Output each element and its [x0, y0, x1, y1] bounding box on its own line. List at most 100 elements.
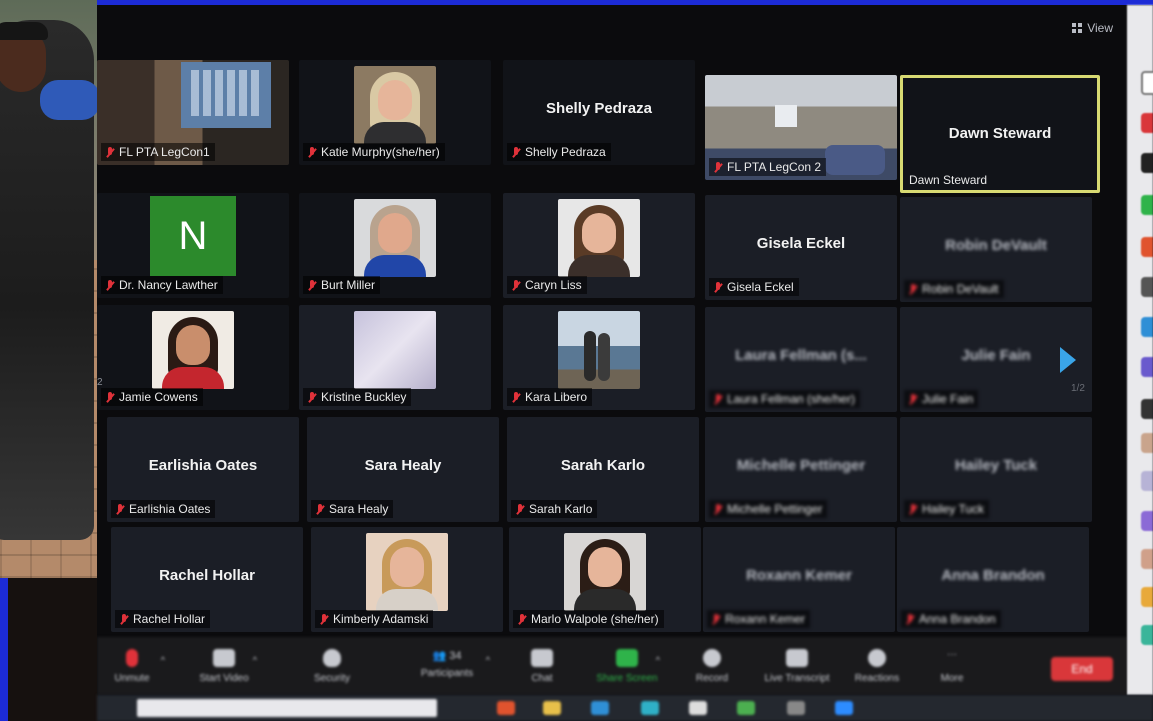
tile-center-name: Dawn Steward — [948, 125, 1052, 142]
taskbar-app-icon[interactable] — [497, 701, 515, 715]
app-icon[interactable] — [1141, 625, 1153, 645]
video-tile-earlishia[interactable]: Earlishia Oates Earlishia Oates — [107, 417, 299, 522]
video-tile-anna[interactable]: Anna Brandon Anna Brandon — [897, 527, 1089, 632]
chevron-up-icon[interactable]: ^ — [486, 655, 490, 665]
participant-name: Laura Fellman (she/her) — [727, 392, 856, 406]
app-icon[interactable] — [1141, 153, 1153, 173]
app-icon[interactable] — [1141, 113, 1153, 133]
video-tile-legcon1[interactable]: FL PTA LegCon1 — [97, 60, 289, 165]
tile-center-name: Roxann Kemer — [746, 567, 852, 584]
app-icon[interactable] — [1141, 317, 1153, 337]
video-tile-katie[interactable]: Katie Murphy(she/her) — [299, 60, 491, 165]
participant-name: Caryn Liss — [525, 278, 582, 292]
reactions-button[interactable]: Reactions — [842, 649, 912, 684]
video-tile-jamie[interactable]: Jamie Cowens — [97, 305, 289, 410]
video-tile-kara[interactable]: Kara Libero — [503, 305, 695, 410]
video-tile-hailey[interactable]: Hailey Tuck Hailey Tuck — [900, 417, 1092, 522]
mic-muted-icon — [106, 279, 114, 291]
taskbar-search-box[interactable] — [137, 699, 437, 717]
video-tile-nancy[interactable]: N Dr. Nancy Lawther — [97, 193, 289, 298]
end-meeting-button[interactable]: End — [1051, 657, 1113, 681]
chat-button[interactable]: Chat — [507, 649, 577, 684]
participant-label: Roxann Kemer — [707, 610, 811, 628]
tile-center-name: Shelly Pedraza — [546, 100, 652, 117]
participant-label: Gisela Eckel — [709, 278, 799, 296]
security-button[interactable]: Security — [297, 649, 367, 684]
live-transcript-button[interactable]: Live Transcript — [757, 649, 837, 684]
participant-label: Sarah Karlo — [511, 500, 598, 518]
video-tile-robin[interactable]: Robin DeVault Robin DeVault — [900, 197, 1092, 302]
zoom-icon[interactable] — [835, 701, 853, 715]
app-icon[interactable] — [1141, 587, 1153, 607]
video-tile-roxann[interactable]: Roxann Kemer Roxann Kemer — [703, 527, 895, 632]
participant-name: Marlo Walpole (she/her) — [531, 612, 659, 626]
app-icon[interactable] — [1141, 471, 1153, 491]
app-icon[interactable] — [1141, 195, 1153, 215]
record-button[interactable]: Record — [677, 649, 747, 684]
app-icon[interactable] — [1141, 237, 1153, 257]
chevron-up-icon[interactable]: ^ — [161, 655, 165, 665]
mic-muted-icon — [909, 283, 917, 295]
app-icon[interactable] — [1141, 399, 1153, 419]
video-tile-laura[interactable]: Laura Fellman (s... Laura Fellman (she/h… — [705, 307, 897, 412]
participant-name: Julie Fain — [922, 392, 974, 406]
more-button[interactable]: ··· More — [917, 649, 987, 684]
record-icon — [703, 649, 721, 667]
profile-photo — [354, 311, 436, 389]
video-tile-marlo[interactable]: Marlo Walpole (she/her) — [509, 527, 701, 632]
video-tile-dawn-active-speaker[interactable]: Dawn Steward Dawn Steward — [900, 75, 1100, 193]
video-tile-burt[interactable]: Burt Miller — [299, 193, 491, 298]
folder-icon[interactable] — [543, 701, 561, 715]
profile-photo — [564, 533, 646, 611]
participant-name: Kristine Buckley — [321, 390, 407, 404]
taskbar-app-icon[interactable] — [591, 701, 609, 715]
participant-name: FL PTA LegCon 2 — [727, 160, 822, 174]
mic-muted-icon — [714, 281, 722, 293]
video-tile-gisela[interactable]: Gisela Eckel Gisela Eckel — [705, 195, 897, 300]
mic-muted-icon — [516, 503, 524, 515]
video-tile-sara[interactable]: Sara Healy Sara Healy — [307, 417, 499, 522]
app-icon[interactable] — [1141, 277, 1153, 297]
left-dark-area — [8, 578, 98, 721]
app-icon[interactable] — [1141, 71, 1153, 95]
view-button[interactable]: View — [1072, 21, 1113, 35]
participant-name: Sara Healy — [329, 502, 389, 516]
video-tile-shelly[interactable]: Shelly Pedraza Shelly Pedraza — [503, 60, 695, 165]
mic-muted-icon — [909, 393, 917, 405]
os-taskbar — [97, 695, 1153, 721]
tile-center-name: Hailey Tuck — [954, 457, 1038, 474]
app-icon[interactable] — [1141, 549, 1153, 569]
app-icon[interactable] — [1141, 357, 1153, 377]
initial-avatar: N — [150, 196, 236, 276]
video-tile-caryn[interactable]: Caryn Liss — [503, 193, 695, 298]
participant-label: Michelle Pettinger — [709, 500, 828, 518]
app-icon[interactable] — [1141, 511, 1153, 531]
participants-button[interactable]: 👥 34 Participants ^ — [402, 649, 492, 679]
mic-muted-icon — [308, 391, 316, 403]
video-tile-kristine[interactable]: Kristine Buckley — [299, 305, 491, 410]
app-icon[interactable] — [1141, 433, 1153, 453]
participant-name: Earlishia Oates — [129, 502, 211, 516]
participant-label: Dawn Steward — [904, 171, 992, 189]
video-tile-rachel[interactable]: Rachel Hollar Rachel Hollar — [111, 527, 303, 632]
participant-name: Kimberly Adamski — [333, 612, 429, 626]
video-tile-legcon2[interactable]: FL PTA LegCon 2 — [705, 75, 897, 180]
next-page-arrow-icon[interactable] — [1060, 347, 1076, 373]
edge-icon[interactable] — [641, 701, 659, 715]
taskbar-app-icon[interactable] — [787, 701, 805, 715]
participant-label: Laura Fellman (she/her) — [709, 390, 861, 408]
start-video-button[interactable]: Start Video ^ — [189, 649, 259, 684]
taskbar-app-icon[interactable] — [689, 701, 707, 715]
share-screen-button[interactable]: Share Screen ^ — [592, 649, 662, 684]
chrome-icon[interactable] — [737, 701, 755, 715]
unmute-button[interactable]: Unmute ^ — [97, 649, 167, 684]
more-dots-icon: ··· — [947, 649, 957, 660]
mic-muted-icon — [308, 146, 316, 158]
person-cap — [0, 22, 48, 40]
video-tile-sarah[interactable]: Sarah Karlo Sarah Karlo — [507, 417, 699, 522]
mic-muted-icon — [106, 391, 114, 403]
video-tile-michelle[interactable]: Michelle Pettinger Michelle Pettinger — [705, 417, 897, 522]
chevron-up-icon[interactable]: ^ — [253, 655, 257, 665]
video-tile-kimberly[interactable]: Kimberly Adamski — [311, 527, 503, 632]
chevron-up-icon[interactable]: ^ — [656, 655, 660, 665]
